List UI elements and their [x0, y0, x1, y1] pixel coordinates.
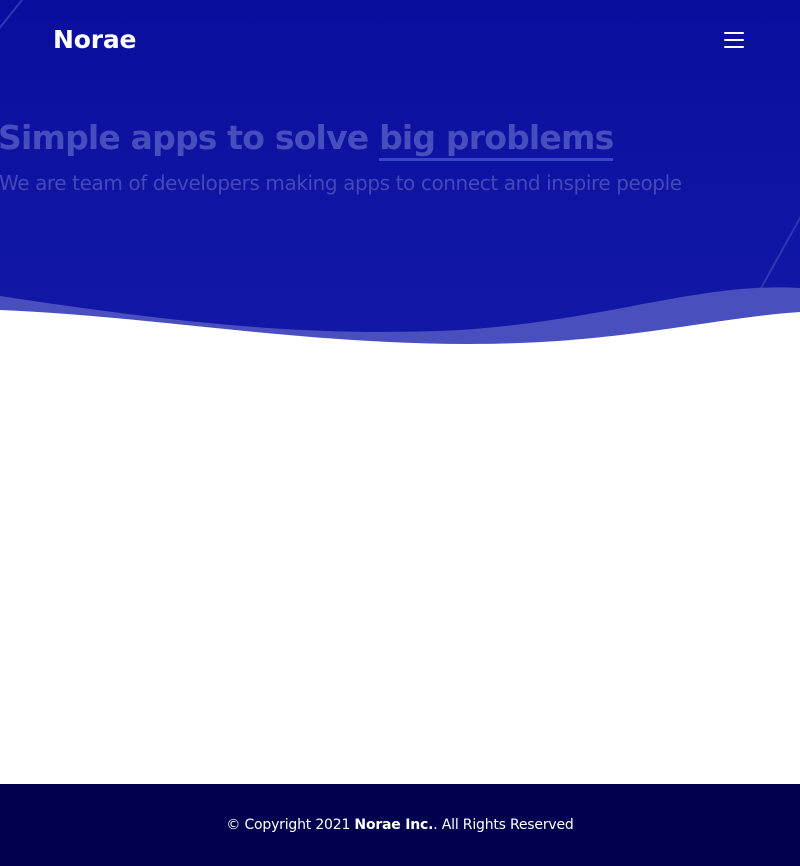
hero-title-text: Simple apps to solve: [0, 118, 380, 157]
footer: © Copyright 2021 Norae Inc.. All Rights …: [0, 784, 800, 866]
hamburger-menu-icon[interactable]: [721, 28, 747, 52]
navbar: Norae: [0, 0, 800, 80]
hero-section: Norae Simple apps to solve big problems …: [0, 0, 800, 350]
hero-title: Simple apps to solve big problems: [0, 116, 614, 161]
page: Norae Simple apps to solve big problems …: [0, 0, 800, 866]
company-name: Norae Inc.: [354, 817, 434, 833]
footer-copyright: © Copyright 2021 Norae Inc.. All Rights …: [226, 817, 573, 833]
hero-subtitle: We are team of developers making apps to…: [0, 171, 682, 195]
menu-bar-top: [724, 32, 744, 34]
menu-bar-middle: [724, 39, 744, 41]
hero-title-highlight: big problems: [379, 116, 614, 161]
logo-link[interactable]: Norae: [53, 22, 136, 58]
copyright-prefix: © Copyright 2021: [226, 817, 355, 833]
menu-bar-bottom: [724, 46, 744, 48]
copyright-suffix: . All Rights Reserved: [433, 817, 574, 833]
